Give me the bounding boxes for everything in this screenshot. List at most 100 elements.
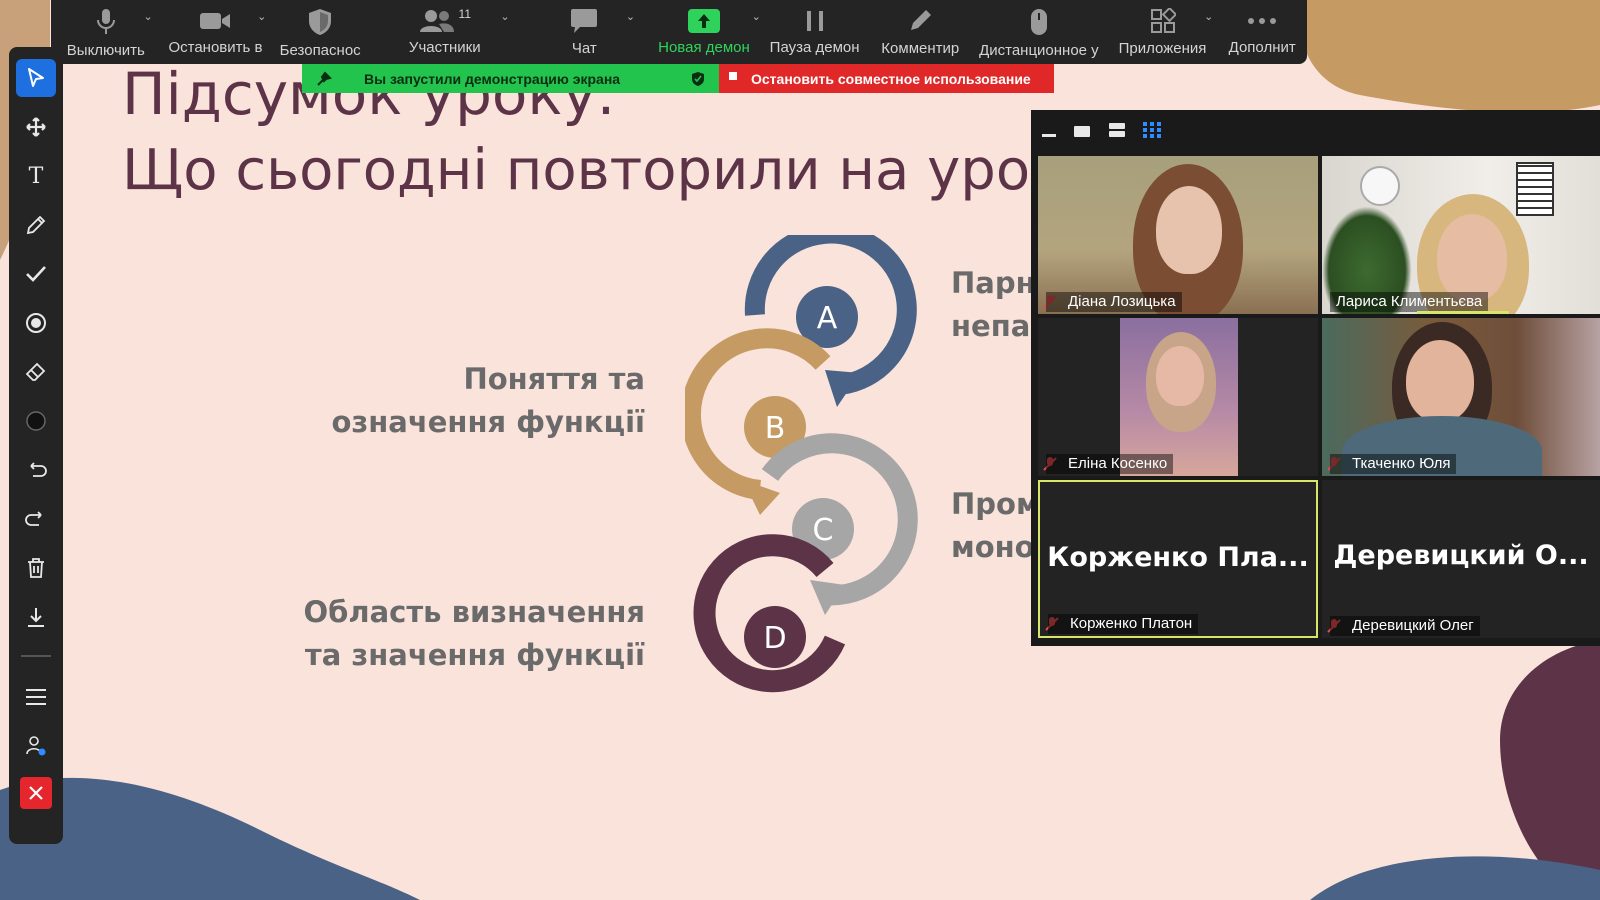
participant-name: Ткаченко Юля [1330,454,1457,474]
label-left-line: Область визначення [303,595,645,629]
strip-view-icon[interactable] [1108,122,1126,138]
video-gallery: Діана Лозицька Лариса Климентьєва Еліна … [1031,110,1600,646]
speaker-view-icon[interactable] [1073,124,1091,138]
mute-label: Выключить [66,42,145,59]
draw-tool[interactable] [16,206,56,244]
spotlight-icon [26,313,46,333]
save-button[interactable] [16,598,56,636]
video-tile[interactable]: Деревицкий О... Деревицкий Олег [1322,480,1600,638]
text-tool[interactable]: T [16,157,56,195]
eraser-icon [25,362,46,381]
remote-control-label: Дистанционное у [979,42,1099,59]
letter-b: B [765,411,786,446]
stop-share-label: Остановить совместное использование [751,70,1031,87]
chevron-down-icon[interactable]: ⌄ [626,10,635,23]
video-tile[interactable]: Лариса Климентьєва [1322,156,1600,314]
participant-display-name: Корженко Пла... [1047,542,1309,573]
active-speaker-indicator [1417,311,1509,314]
stamp-tool[interactable] [16,255,56,293]
remote-control-icon [1030,9,1047,35]
cursor-arrow-icon [28,68,44,87]
chevron-down-icon[interactable]: ⌄ [257,10,266,23]
stop-share-button[interactable]: Остановить совместное использование [719,64,1054,93]
new-share-label: Новая демон [658,39,750,56]
security-button[interactable]: Безопаснос [270,0,370,59]
label-left-line: та значення функції [304,638,645,672]
pencil-icon [26,215,46,235]
slide-subtitle: Що сьогодні повторили на уроці [122,138,1084,203]
hamburger-menu-icon [26,689,46,705]
move-tool[interactable] [16,108,56,146]
redo-icon [25,511,42,526]
chat-button[interactable]: Чат ⌄ [520,0,650,57]
video-tile[interactable]: Діана Лозицька [1038,156,1318,314]
annotate-button[interactable]: Комментир [870,0,970,57]
select-tool[interactable] [16,59,56,97]
participant-face [1156,346,1204,406]
participant-face [1437,214,1507,302]
download-icon [28,608,44,627]
eraser-tool[interactable] [16,353,56,391]
person-badge-icon [26,736,46,756]
participant-name: Діана Лозицька [1046,292,1182,312]
stop-video-label: Остановить в [168,39,263,56]
share-status-banner: Вы запустили демонстрацию экрана Останов… [302,64,1054,93]
format-tool[interactable] [16,402,56,440]
annotate-label: Комментир [881,40,960,57]
participants-label: Участники [408,39,481,56]
participants-button[interactable]: 11 Участники ⌄ [370,0,520,57]
participants-icon [419,9,454,32]
stop-video-button[interactable]: Остановить в ⌄ [161,0,271,56]
label-left-line: означення функції [331,405,645,439]
redo-button[interactable] [16,500,56,538]
undo-icon [30,462,47,477]
meeting-toolbar: Выключить ⌄ Остановить в ⌄ Безопаснос 11… [51,0,1307,64]
sharing-status: Вы запустили демонстрацию экрана [302,64,719,93]
sharing-status-text: Вы запустили демонстрацию экрана [364,70,621,87]
undo-button[interactable] [16,451,56,489]
annotation-toolbar: T [9,47,63,844]
chevron-down-icon[interactable]: ⌄ [1204,10,1213,23]
chevron-down-icon[interactable]: ⌄ [143,10,152,23]
video-tile[interactable]: Ткаченко Юля [1322,318,1600,476]
mute-button[interactable]: Выключить ⌄ [51,0,161,59]
letter-d: D [763,621,786,656]
toolbar-divider [21,655,51,657]
participant-face [1156,186,1222,274]
more-button[interactable]: Дополнит [1217,0,1307,56]
security-shield-icon [309,9,332,35]
new-share-button[interactable]: Новая демон ⌄ [649,0,761,56]
shield-check-icon [692,71,704,86]
participant-display-name: Деревицкий О... [1333,540,1589,571]
participant-name: Еліна Косенко [1046,454,1174,474]
more-label: Дополнит [1228,39,1296,56]
participant-name: Корженко Платон [1048,614,1199,634]
video-camera-icon [200,12,231,29]
participant-face [1406,340,1474,422]
apps-button[interactable]: Приложения ⌄ [1108,0,1218,57]
clear-button[interactable] [16,549,56,587]
gallery-view-icon[interactable] [1142,121,1162,139]
label-domain-range: Область визначення та значення функції [303,591,645,677]
chat-icon [571,9,598,33]
color-circle-icon [26,411,46,431]
stop-square-icon [729,71,737,80]
pin-icon[interactable] [316,70,332,87]
pause-icon [806,10,823,31]
apps-label: Приложения [1118,40,1207,57]
remote-control-button[interactable]: Дистанционное у [970,0,1108,59]
annotator-names-button[interactable] [16,727,56,765]
annotate-pencil-icon [911,10,932,30]
close-annotation-button[interactable] [20,777,52,809]
pause-share-button[interactable]: Пауза демон [759,0,871,56]
spotlight-tool[interactable] [16,304,56,342]
label-function-definition: Поняття та означення функції [331,358,645,444]
letter-a: A [817,301,838,336]
participant-name: Лариса Климентьєва [1330,292,1489,312]
video-tile[interactable]: Еліна Косенко [1038,318,1318,476]
chevron-down-icon[interactable]: ⌄ [500,10,509,23]
label-left-line: Поняття та [463,362,645,396]
minimize-icon[interactable] [1041,128,1057,138]
video-tile[interactable]: Корженко Пла... Корженко Платон [1038,480,1318,638]
menu-button[interactable] [16,678,56,716]
